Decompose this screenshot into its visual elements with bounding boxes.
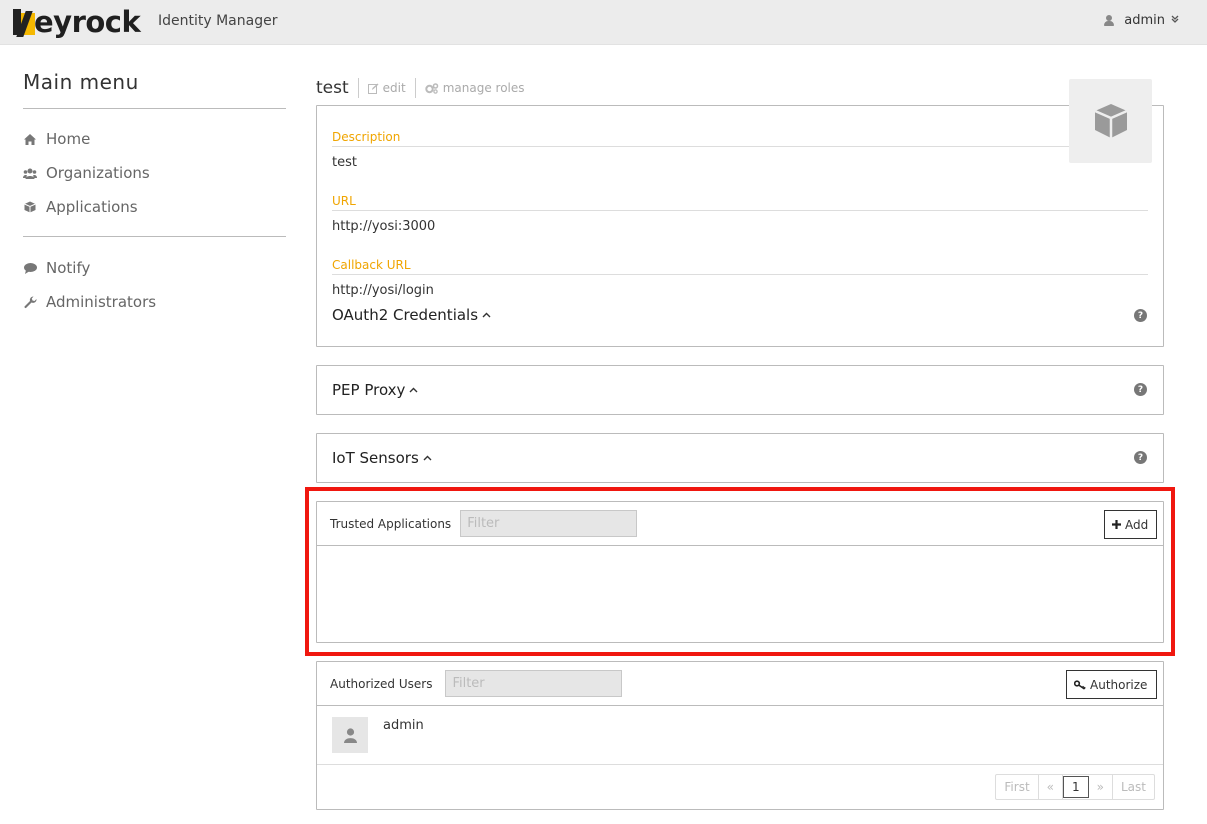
key-icon xyxy=(1074,679,1086,690)
app-title: Identity Manager xyxy=(158,13,278,29)
cube-icon xyxy=(23,200,37,214)
help-icon[interactable]: ? xyxy=(1134,451,1147,464)
manage-roles-link[interactable]: manage roles xyxy=(425,81,525,95)
sidebar-item-administrators[interactable]: Administrators xyxy=(23,285,286,319)
oauth2-credentials-toggle[interactable]: OAuth2 Credentials xyxy=(332,306,491,324)
application-image xyxy=(1069,79,1152,163)
pep-proxy-label: PEP Proxy xyxy=(332,381,406,399)
pagination-current-page[interactable]: 1 xyxy=(1063,776,1089,798)
pagination-first[interactable]: First xyxy=(996,775,1039,799)
edit-link[interactable]: edit xyxy=(367,81,406,95)
iot-sensors-panel[interactable]: IoT Sensors ? xyxy=(316,433,1164,483)
help-icon[interactable]: ? xyxy=(1134,309,1147,322)
page-title: test xyxy=(316,78,349,98)
wrench-icon xyxy=(23,295,37,309)
pagination: First « 1 » Last xyxy=(995,774,1155,800)
sidebar-title: Main menu xyxy=(23,70,286,109)
sidebar-group-admin: Notify Administrators xyxy=(23,237,286,331)
iot-sensors-label: IoT Sensors xyxy=(332,449,419,467)
pagination-bar: First « 1 » Last xyxy=(317,765,1163,809)
trusted-applications-panel: Trusted Applications Filter Add xyxy=(316,501,1164,643)
sidebar-item-label: Home xyxy=(46,130,91,148)
logo-text: eyrock xyxy=(34,5,141,39)
trusted-applications-header: Trusted Applications Filter Add xyxy=(317,502,1163,546)
edit-label: edit xyxy=(382,81,406,95)
authorize-button-label: Authorize xyxy=(1090,677,1148,692)
authorized-users-panel: Authorized Users Filter Authorize admin … xyxy=(316,661,1164,810)
user-icon xyxy=(343,727,357,743)
sidebar-item-organizations[interactable]: Organizations xyxy=(23,156,286,190)
sidebar-item-home[interactable]: Home xyxy=(23,122,286,156)
trusted-applications-filter-input[interactable]: Filter xyxy=(460,510,638,537)
home-icon xyxy=(23,132,37,146)
sidebar-item-label: Organizations xyxy=(46,164,150,182)
help-icon[interactable]: ? xyxy=(1134,383,1147,396)
callback-url-label: Callback URL xyxy=(332,258,1148,275)
pagination-last[interactable]: Last xyxy=(1113,775,1154,799)
add-button-label: Add xyxy=(1125,517,1149,532)
sidebar: Main menu Home Organizations Application… xyxy=(23,70,286,331)
chevron-up-icon xyxy=(423,455,432,461)
description-value: test xyxy=(332,155,357,170)
chevron-up-icon xyxy=(482,312,491,318)
user-name: admin xyxy=(1124,13,1165,28)
plus-icon xyxy=(1112,520,1121,529)
manage-roles-label: manage roles xyxy=(442,81,525,95)
divider xyxy=(414,78,416,98)
edit-icon xyxy=(367,83,379,94)
oauth2-credentials-label: OAuth2 Credentials xyxy=(332,306,479,324)
chevron-down-icon xyxy=(1171,15,1179,26)
list-item[interactable]: admin xyxy=(317,706,1163,765)
sidebar-item-label: Notify xyxy=(46,259,91,277)
application-header: test edit manage roles xyxy=(316,77,525,99)
sidebar-item-applications[interactable]: Applications xyxy=(23,190,286,224)
authorize-button[interactable]: Authorize xyxy=(1066,670,1157,699)
sidebar-item-notify[interactable]: Notify xyxy=(23,251,286,285)
user-name: admin xyxy=(383,718,424,733)
application-details-panel: Description test URL http://yosi:3000 Ca… xyxy=(316,105,1164,347)
add-trusted-application-button[interactable]: Add xyxy=(1104,510,1157,539)
pagination-prev[interactable]: « xyxy=(1039,775,1064,799)
chevron-up-icon xyxy=(409,387,418,393)
url-label: URL xyxy=(332,194,1148,211)
authorized-users-label: Authorized Users xyxy=(330,676,433,691)
users-icon xyxy=(23,166,37,180)
description-label: Description xyxy=(332,130,1148,147)
avatar xyxy=(332,717,368,753)
gears-icon xyxy=(425,82,438,94)
url-value: http://yosi:3000 xyxy=(332,219,436,234)
iot-sensors-toggle[interactable]: IoT Sensors xyxy=(332,449,432,467)
callback-url-value: http://yosi/login xyxy=(332,283,434,298)
pep-proxy-panel[interactable]: PEP Proxy ? xyxy=(316,365,1164,415)
user-icon xyxy=(1104,15,1115,26)
sidebar-item-label: Applications xyxy=(46,198,138,216)
sidebar-group-main: Home Organizations Applications xyxy=(23,109,286,237)
top-navbar: eyrock Identity Manager admin xyxy=(0,0,1207,45)
user-menu[interactable]: admin xyxy=(1104,13,1179,28)
pep-proxy-toggle[interactable]: PEP Proxy xyxy=(332,381,418,399)
keyrock-logo[interactable]: eyrock xyxy=(11,5,141,39)
cube-icon xyxy=(1093,104,1128,138)
sidebar-item-label: Administrators xyxy=(46,293,157,311)
pagination-next[interactable]: » xyxy=(1089,775,1113,799)
comment-icon xyxy=(23,261,37,275)
authorized-users-filter-input[interactable]: Filter xyxy=(445,670,623,697)
trusted-applications-label: Trusted Applications xyxy=(330,516,452,531)
divider xyxy=(357,78,359,98)
logo-k-mark xyxy=(11,7,37,37)
authorized-users-header: Authorized Users Filter Authorize xyxy=(317,662,1163,706)
